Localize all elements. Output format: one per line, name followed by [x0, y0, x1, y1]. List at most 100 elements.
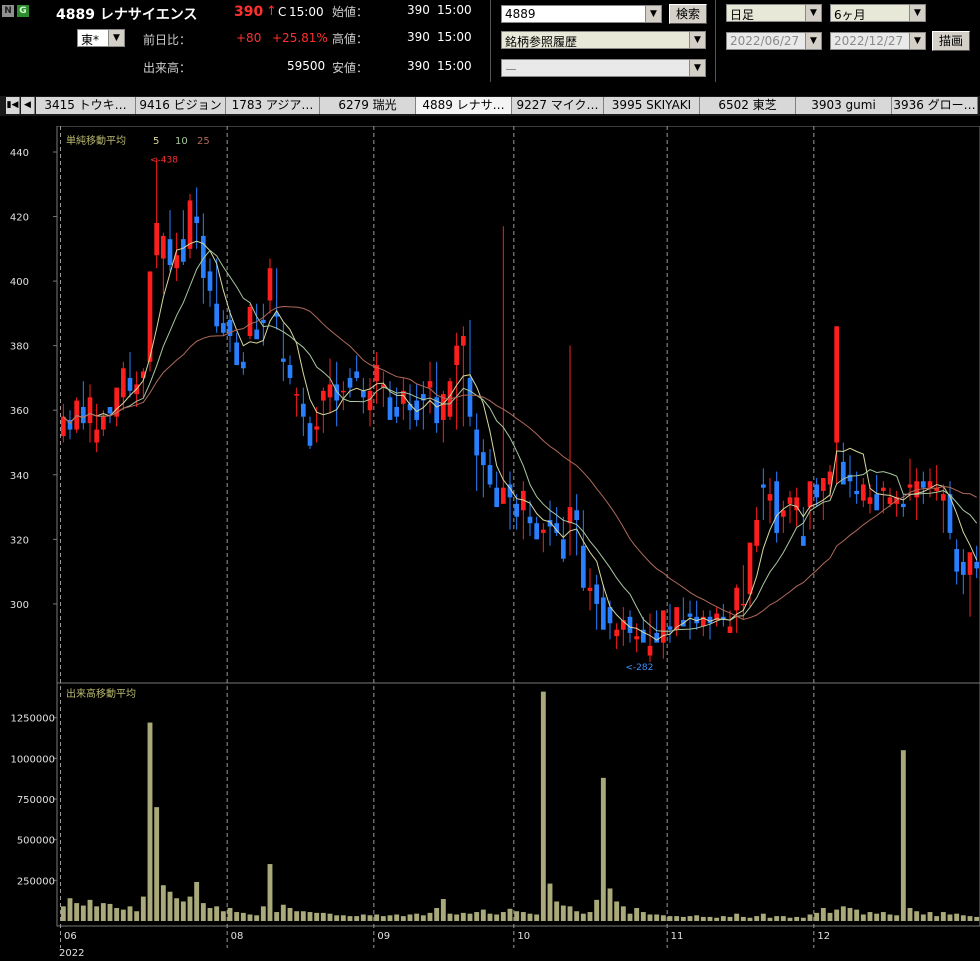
tab-9[interactable]: 3903 gumi [796, 97, 892, 114]
volume-bar [94, 906, 100, 921]
candle-body [287, 365, 293, 378]
candle-body [154, 223, 159, 256]
date-from-field[interactable]: 2022/06/27 ▼ [726, 32, 822, 50]
volume-bar [587, 912, 593, 921]
candle-body [221, 323, 226, 333]
month-label: 09 [377, 931, 390, 942]
candle-body [74, 400, 79, 430]
chevron-down-icon[interactable]: ▼ [645, 6, 661, 22]
tab-5[interactable]: 4889 レナサ… [416, 97, 512, 114]
candle-body [834, 326, 839, 443]
chevron-down-icon[interactable]: ▼ [689, 60, 705, 76]
tab-6[interactable]: 9227 マイク… [512, 97, 604, 114]
tab-1[interactable]: 3415 トウキ… [36, 97, 136, 114]
low-time: 15:00 [437, 59, 472, 73]
price-tick-label: 440 [10, 148, 29, 159]
candle-body [341, 390, 346, 393]
candlesticks [61, 158, 979, 662]
year-label: 2022 [59, 948, 84, 959]
ma-line-10 [62, 249, 978, 632]
volume-axis: 1250000 1000000 750000 500000 250000 [10, 714, 57, 887]
volume-bar [140, 896, 146, 921]
chevron-down-icon[interactable]: ▼ [909, 33, 925, 49]
volume-bar [927, 912, 933, 921]
chevron-down-icon[interactable]: ▼ [108, 30, 124, 46]
price-tick-label: 360 [10, 406, 29, 417]
volume-bar [487, 913, 493, 921]
candle-body [874, 494, 879, 511]
volume-bar [154, 807, 160, 921]
chevron-down-icon[interactable]: ▼ [689, 32, 705, 48]
candle-body [354, 371, 359, 378]
candle-body [234, 342, 239, 366]
chevron-down-icon[interactable]: ▼ [909, 5, 925, 21]
volume-bar [954, 913, 960, 921]
volume-bar [967, 916, 973, 921]
history-tab-bar: ▮◀ ◀ 3415 トウキ… 9416 ビジョン 1783 アジア… 6279 瑞光 4… [0, 96, 980, 116]
volume-label: 出来高： [143, 61, 192, 75]
price-tick-label: 320 [10, 535, 29, 546]
date-to-field[interactable]: 2022/12/27 ▼ [830, 32, 926, 50]
volume-bar [727, 916, 733, 921]
moving-averages [62, 240, 978, 641]
plot-frame [56, 126, 980, 927]
volume-bar [307, 912, 313, 921]
exchange-select[interactable]: 東* ▼ [77, 29, 125, 47]
volume-bars [60, 691, 980, 921]
history-select[interactable]: 銘柄参照履歴 ▼ [501, 31, 706, 49]
secondary-select[interactable]: ー ▼ [501, 59, 706, 77]
volume-bar [874, 913, 880, 921]
volume-bar [934, 916, 940, 921]
draw-button[interactable]: 描画 [932, 31, 970, 51]
volume-bar [354, 916, 360, 921]
volume-bar [720, 916, 726, 921]
volume-bar [840, 906, 846, 921]
volume-bar [114, 907, 120, 921]
candle-body [394, 407, 399, 417]
quote-header: N G 4889 レナサイエンス 390 ↑ C 15:00 東* ▼ 前日比：… [0, 0, 980, 94]
tab-8[interactable]: 6502 東芝 [700, 97, 796, 114]
tab-10[interactable]: 3936 グロー… [892, 97, 978, 114]
candle-body [654, 632, 659, 643]
volume-bar [480, 909, 486, 921]
candle-body [974, 561, 979, 569]
prev-page-icon[interactable]: ◀ [21, 97, 35, 114]
range-value: 6ヶ月 [834, 8, 866, 22]
volume-tick-label: 750000 [17, 795, 55, 806]
volume-bar [940, 912, 946, 921]
candle-body [347, 377, 353, 388]
tab-4[interactable]: 6279 瑞光 [320, 97, 416, 114]
volume-bar [394, 914, 400, 921]
tab-3[interactable]: 1783 アジア… [226, 97, 320, 114]
volume-bar [700, 916, 706, 921]
range-select[interactable]: 6ヶ月 ▼ [830, 4, 926, 22]
candle-body [361, 390, 366, 398]
volume-bar [447, 913, 453, 921]
candle-body [954, 549, 959, 572]
volume-bar [740, 916, 746, 921]
candle-body [594, 584, 599, 604]
volume-bar [634, 907, 640, 921]
volume-bar [80, 905, 86, 921]
high-label: 高値： [332, 32, 369, 46]
first-page-icon[interactable]: ▮◀ [6, 97, 20, 114]
volume-bar [187, 896, 193, 921]
volume-bar [347, 916, 353, 921]
candle-body [334, 384, 339, 401]
volume-bar [540, 691, 546, 921]
candle-body [387, 397, 393, 420]
search-input[interactable]: 4889 ▼ [501, 5, 662, 23]
tab-7[interactable]: 3995 SKIYAKI [604, 97, 700, 114]
candle-body [501, 487, 506, 504]
tab-2[interactable]: 9416 ビジョン [136, 97, 226, 114]
search-button[interactable]: 検索 [669, 4, 707, 24]
candle-body [294, 394, 299, 396]
candle-body [741, 603, 746, 606]
chevron-down-icon[interactable]: ▼ [805, 33, 821, 49]
candle-body [194, 216, 199, 224]
chevron-down-icon[interactable]: ▼ [805, 5, 821, 21]
candle-body [534, 523, 539, 540]
period-select[interactable]: 日足 ▼ [726, 4, 822, 22]
candle-body [961, 561, 966, 575]
candle-body [927, 481, 933, 488]
